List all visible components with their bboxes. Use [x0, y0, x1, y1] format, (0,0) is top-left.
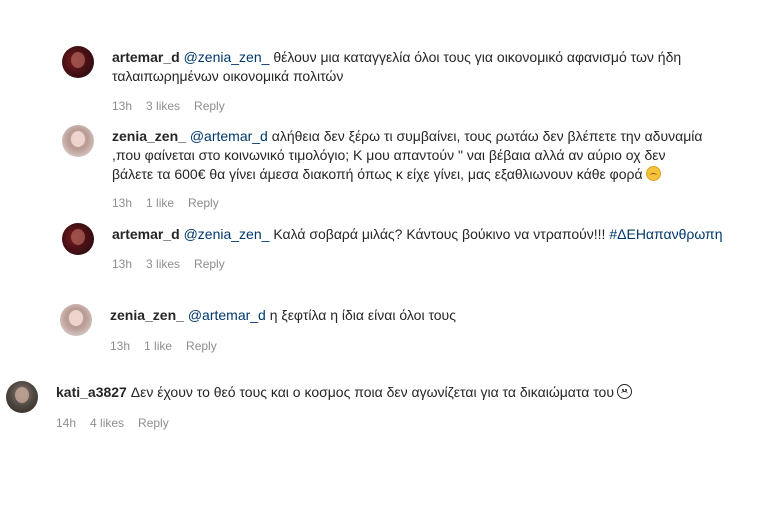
frowning-face-icon [617, 384, 632, 399]
comment-text-line: θέλουν μια καταγγελία όλοι τους για οικο… [273, 49, 682, 65]
reply-button[interactable]: Reply [188, 196, 219, 210]
reply-button[interactable]: Reply [194, 99, 225, 113]
comment-username[interactable]: kati_a3827 [56, 384, 127, 400]
comment-username[interactable]: zenia_zen_ [112, 128, 186, 144]
comment-meta: 13h 3 likes Reply [112, 257, 239, 271]
comment-likes[interactable]: 3 likes [146, 257, 180, 271]
comment-mention[interactable]: @zenia_zen_ [184, 49, 270, 65]
comment-meta: 14h 4 likes Reply [56, 416, 183, 430]
comment-body: artemar_d @zenia_zen_ Καλά σοβαρά μιλάς?… [112, 225, 752, 244]
comment-meta: 13h 1 like Reply [110, 339, 231, 353]
comment-text: η ξεφτίλα η ίδια είναι όλοι τους [269, 307, 456, 323]
comment-time[interactable]: 13h [112, 257, 132, 271]
comment-username[interactable]: artemar_d [112, 49, 180, 65]
comment-meta: 13h 1 like Reply [112, 196, 233, 210]
comment-body: artemar_d @zenia_zen_ θέλουν μια καταγγε… [112, 48, 752, 86]
comment-username[interactable]: artemar_d [112, 226, 180, 242]
comment-time[interactable]: 13h [112, 99, 132, 113]
comment-text-line: αλήθεια δεν ξέρω τι συμβαίνει, τους ρωτά… [271, 128, 703, 144]
comment-text-line: βάλετε τα 600€ θα γίνει άμεσα διακοπή όπ… [112, 166, 643, 182]
comment-username[interactable]: zenia_zen_ [110, 307, 184, 323]
avatar[interactable] [6, 381, 38, 413]
comment-likes[interactable]: 1 like [146, 196, 174, 210]
reply-button[interactable]: Reply [186, 339, 217, 353]
comment-likes[interactable]: 1 like [144, 339, 172, 353]
comment-body: zenia_zen_ @artemar_d η ξεφτίλα η ίδια ε… [110, 306, 750, 325]
comment-time[interactable]: 13h [110, 339, 130, 353]
reply-button[interactable]: Reply [138, 416, 169, 430]
comment-mention[interactable]: @artemar_d [190, 128, 268, 144]
comment-text: Καλά σοβαρά μιλάς? Κάντους βούκινο να ντ… [273, 226, 606, 242]
comment-hashtag[interactable]: #ΔΕΗαπανθρωπη [609, 226, 722, 242]
comment-mention[interactable]: @zenia_zen_ [184, 226, 270, 242]
avatar[interactable] [62, 46, 94, 78]
reply-button[interactable]: Reply [194, 257, 225, 271]
avatar[interactable] [62, 125, 94, 157]
comment-body: zenia_zen_ @artemar_d αλήθεια δεν ξέρω τ… [112, 127, 752, 184]
comment-likes[interactable]: 4 likes [90, 416, 124, 430]
comment-time[interactable]: 13h [112, 196, 132, 210]
comment-text: Δεν έχουν το θεό τους και ο κοσμος ποια … [130, 384, 614, 400]
comment-likes[interactable]: 3 likes [146, 99, 180, 113]
disappointed-face-icon [645, 166, 661, 181]
comment-mention[interactable]: @artemar_d [188, 307, 266, 323]
comment-text-line: ,που φαίνεται στο κοινωνικό τιμολόγιο; Κ… [112, 147, 666, 163]
avatar[interactable] [62, 223, 94, 255]
comment-time[interactable]: 14h [56, 416, 76, 430]
comment-meta: 13h 3 likes Reply [112, 99, 239, 113]
comment-body: kati_a3827 Δεν έχουν το θεό τους και ο κ… [56, 383, 756, 402]
comment-text-line: ταλαιπωρημένων οικονομικά πολιτών [112, 68, 344, 84]
avatar[interactable] [60, 304, 92, 336]
